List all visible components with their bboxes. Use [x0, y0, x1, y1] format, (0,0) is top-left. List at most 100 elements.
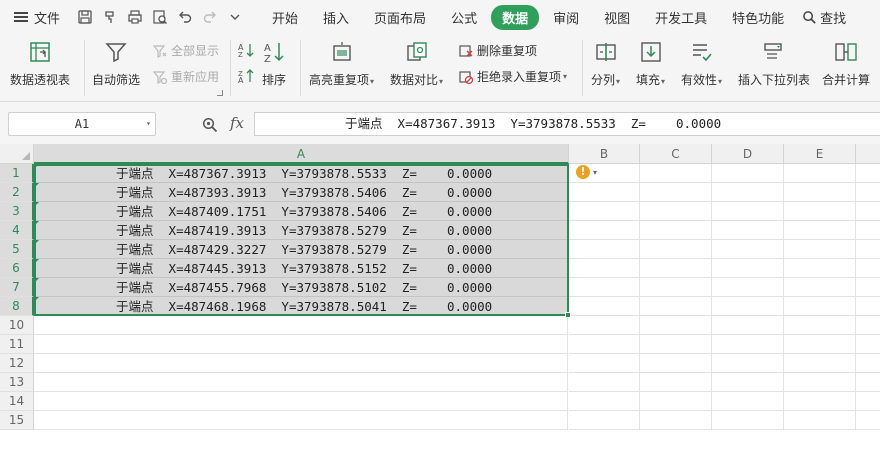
highlight-duplicates-button[interactable]: 高亮重复项▾ — [309, 34, 374, 88]
row-header[interactable]: 13 — [0, 373, 34, 392]
cell[interactable] — [784, 202, 856, 221]
remove-duplicates-button[interactable]: 删除重复项 — [458, 42, 537, 59]
cell[interactable] — [784, 354, 856, 373]
cell[interactable] — [784, 373, 856, 392]
row-header[interactable]: 8 — [0, 297, 34, 316]
pivot-table-button[interactable]: 数据透视表 — [10, 34, 70, 88]
cell[interactable] — [640, 373, 712, 392]
cell[interactable] — [856, 373, 880, 392]
cell[interactable] — [640, 183, 712, 202]
cell[interactable] — [569, 392, 640, 411]
cell[interactable] — [569, 202, 640, 221]
tab-home[interactable]: 开始 — [261, 5, 309, 30]
formula-input[interactable]: 于端点 X=487367.3913 Y=3793878.5533 Z= 0.00… — [254, 112, 880, 136]
cell[interactable] — [712, 259, 784, 278]
cell[interactable] — [856, 259, 880, 278]
cell-a[interactable]: 于端点 X=487419.3913 Y=3793878.5279 Z= 0.00… — [34, 221, 568, 240]
row-header[interactable]: 1 — [0, 164, 34, 183]
cell[interactable] — [856, 411, 880, 430]
tab-data[interactable]: 数据 — [491, 4, 540, 30]
cell-a[interactable] — [34, 392, 568, 411]
cell[interactable] — [856, 278, 880, 297]
cell[interactable] — [712, 316, 784, 335]
cell-a[interactable] — [34, 335, 568, 354]
cell[interactable] — [784, 316, 856, 335]
column-header-b[interactable]: B — [569, 144, 640, 164]
cell-a[interactable]: 于端点 X=487409.1751 Y=3793878.5406 Z= 0.00… — [34, 202, 568, 221]
tab-review[interactable]: 审阅 — [542, 5, 590, 30]
cell[interactable] — [569, 335, 640, 354]
spreadsheet-grid[interactable]: A B C D E 1 于端点 X=487367.3913 Y=3793878.5… — [0, 144, 880, 456]
cell[interactable] — [784, 240, 856, 259]
row-header[interactable]: 15 — [0, 411, 34, 430]
cell[interactable] — [712, 411, 784, 430]
cell[interactable] — [640, 202, 712, 221]
cell[interactable] — [784, 183, 856, 202]
cell[interactable] — [856, 335, 880, 354]
cell-a[interactable] — [34, 354, 568, 373]
cell[interactable] — [784, 278, 856, 297]
row-header[interactable]: 5 — [0, 240, 34, 259]
cell[interactable] — [640, 221, 712, 240]
cell[interactable] — [640, 316, 712, 335]
row-header[interactable]: 10 — [0, 316, 34, 335]
print-preview-icon[interactable] — [149, 6, 171, 28]
cell[interactable] — [569, 183, 640, 202]
column-header-d[interactable]: D — [712, 144, 784, 164]
sort-button[interactable]: AZ 排序 — [262, 34, 286, 88]
cell[interactable] — [712, 297, 784, 316]
cell[interactable] — [856, 316, 880, 335]
cell-a[interactable] — [34, 373, 568, 392]
name-box-dropdown-icon[interactable]: ▾ — [146, 113, 151, 135]
fill-button[interactable]: 填充▾ — [636, 34, 665, 88]
zoom-icon[interactable] — [202, 117, 218, 133]
cell-a[interactable]: 于端点 X=487429.3227 Y=3793878.5279 Z= 0.00… — [34, 240, 568, 259]
cell[interactable] — [712, 183, 784, 202]
cell[interactable] — [856, 164, 880, 183]
cell[interactable] — [569, 411, 640, 430]
row-header[interactable]: 12 — [0, 354, 34, 373]
row-header[interactable]: 3 — [0, 202, 34, 221]
print-icon[interactable] — [124, 6, 146, 28]
autofilter-button[interactable]: 自动筛选 — [92, 34, 140, 88]
row-header[interactable]: 6 — [0, 259, 34, 278]
tab-formulas[interactable]: 公式 — [440, 5, 488, 30]
cell[interactable] — [712, 164, 784, 183]
cell[interactable] — [784, 392, 856, 411]
row-header[interactable]: 7 — [0, 278, 34, 297]
format-painter-icon[interactable] — [99, 6, 121, 28]
more-icon[interactable] — [224, 6, 246, 28]
cell[interactable] — [712, 354, 784, 373]
cell[interactable] — [784, 411, 856, 430]
error-check-button[interactable]: ! ▾ — [576, 165, 597, 179]
tab-page-layout[interactable]: 页面布局 — [363, 5, 437, 30]
redo-icon[interactable] — [199, 6, 221, 28]
tab-view[interactable]: 视图 — [593, 5, 641, 30]
row-header[interactable]: 4 — [0, 221, 34, 240]
sort-descending-button[interactable]: ZA — [238, 68, 257, 84]
cell[interactable] — [640, 297, 712, 316]
cell-a[interactable]: 于端点 X=487393.3913 Y=3793878.5406 Z= 0.00… — [34, 183, 568, 202]
insert-function-icon[interactable]: fx — [230, 114, 244, 132]
cell-a[interactable] — [34, 411, 568, 430]
text-to-columns-button[interactable]: 分列▾ — [591, 34, 620, 88]
cell[interactable] — [640, 164, 712, 183]
reapply-button[interactable]: 重新应用 — [152, 68, 219, 85]
insert-dropdown-list-button[interactable]: 插入下拉列表 — [738, 34, 810, 88]
cell[interactable] — [856, 297, 880, 316]
cell-a[interactable] — [34, 316, 568, 335]
cell-a[interactable]: 于端点 X=487468.1968 Y=3793878.5041 Z= 0.00… — [34, 297, 568, 316]
cell[interactable] — [640, 354, 712, 373]
cell[interactable] — [712, 240, 784, 259]
cell[interactable] — [569, 373, 640, 392]
cell-a[interactable]: 于端点 X=487455.7968 Y=3793878.5102 Z= 0.00… — [34, 278, 568, 297]
cell[interactable] — [856, 183, 880, 202]
row-header[interactable]: 11 — [0, 335, 34, 354]
column-header-a[interactable]: A — [34, 144, 569, 164]
data-compare-button[interactable]: 数据对比▾ — [390, 34, 443, 88]
column-header-c[interactable]: C — [640, 144, 712, 164]
file-menu-button[interactable]: 文件 — [0, 0, 66, 34]
column-header-e[interactable]: E — [784, 144, 856, 164]
cell[interactable] — [569, 278, 640, 297]
cell[interactable] — [640, 335, 712, 354]
